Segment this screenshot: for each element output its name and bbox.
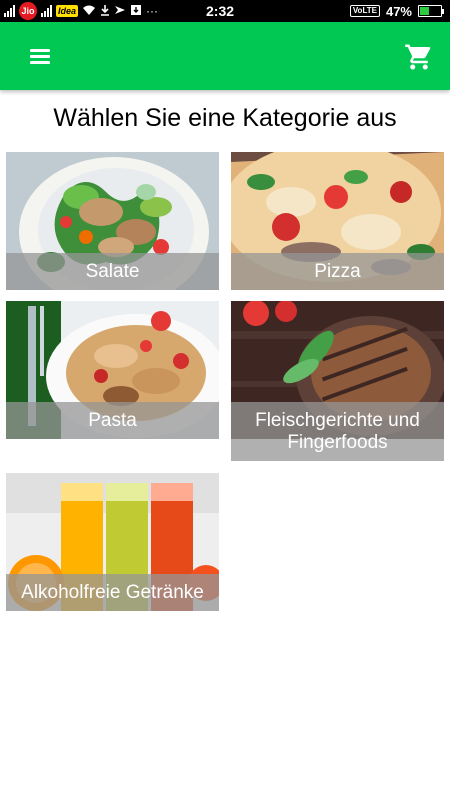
status-bar: Jio Idea ··· 2:32 VoLTE 47% bbox=[0, 0, 450, 22]
status-left: Jio Idea ··· bbox=[4, 0, 158, 22]
battery-percent: 47% bbox=[385, 3, 412, 19]
category-card-pizza[interactable]: Pizza bbox=[231, 152, 444, 290]
signal-strength-icon bbox=[4, 5, 15, 17]
carrier-idea-badge: Idea bbox=[56, 5, 79, 17]
category-label: Alkoholfreie Getränke bbox=[6, 574, 219, 611]
category-label: Salate bbox=[6, 253, 219, 290]
volte-badge: VoLTE bbox=[349, 5, 380, 17]
nfc-icon bbox=[114, 4, 126, 18]
category-card-getraenke[interactable]: Alkoholfreie Getränke bbox=[6, 473, 219, 611]
carrier-jio-badge: Jio bbox=[19, 2, 37, 20]
page-title: Wählen Sie eine Kategorie aus bbox=[53, 104, 397, 132]
shopping-cart-icon[interactable] bbox=[404, 42, 434, 72]
download-box-icon bbox=[130, 4, 142, 18]
clock: 2:32 bbox=[206, 3, 235, 19]
wifi-icon bbox=[82, 4, 96, 18]
battery-icon bbox=[418, 5, 444, 17]
category-card-pasta[interactable]: Pasta bbox=[6, 301, 219, 439]
category-card-fleischgerichte[interactable]: Fleischgerichte und Fingerfoods bbox=[231, 301, 444, 461]
hamburger-menu-icon[interactable] bbox=[22, 44, 58, 70]
category-label: Fleischgerichte und Fingerfoods bbox=[231, 402, 444, 461]
category-label: Pasta bbox=[6, 402, 219, 439]
signal-strength-icon-2 bbox=[41, 5, 52, 17]
battery-level bbox=[420, 7, 429, 15]
download-icon bbox=[100, 4, 110, 18]
category-card-salate[interactable]: Salate bbox=[6, 152, 219, 290]
category-label: Pizza bbox=[231, 253, 444, 290]
app-bar bbox=[0, 22, 450, 90]
more-notifications-icon: ··· bbox=[146, 4, 159, 18]
status-right: VoLTE 47% bbox=[349, 0, 444, 22]
